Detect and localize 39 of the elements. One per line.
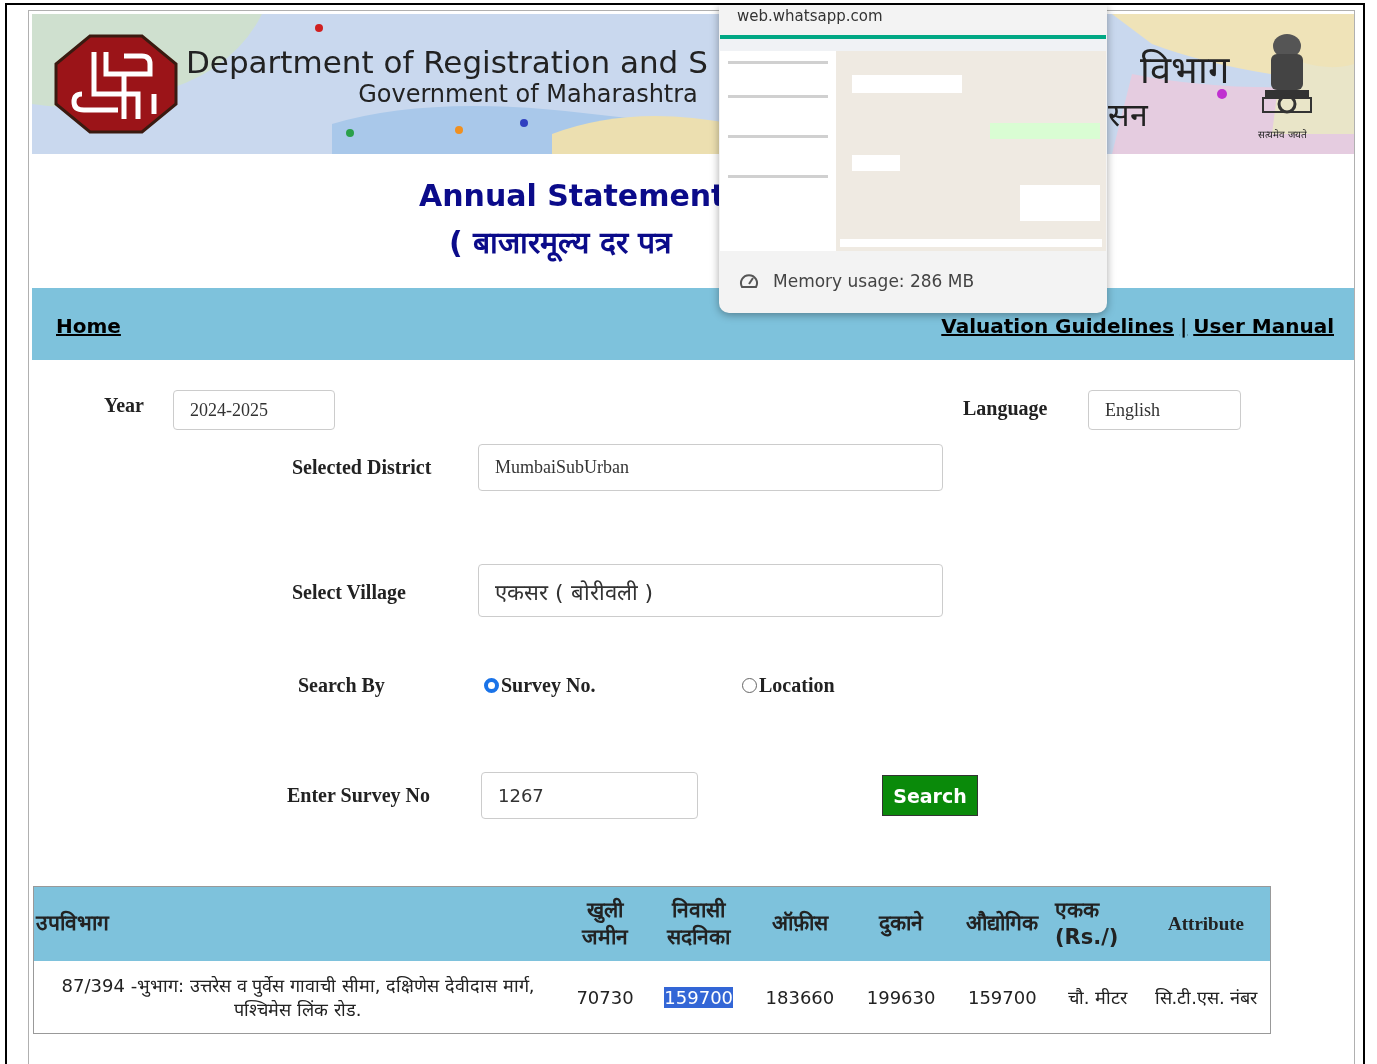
language-field[interactable]: English [1088,390,1241,430]
gauge-icon [739,272,759,290]
column-header: खुली जमीन [562,886,649,961]
column-header: दुकाने [850,886,952,961]
link-separator: | [1179,314,1188,338]
table-cell: 183660 [765,986,835,1008]
column-header: औद्योगिक [951,886,1053,961]
table-cell: 159700 [664,986,734,1008]
column-header: ऑफ़ीस [749,886,851,961]
table-cell: 159700 [967,986,1037,1008]
field-label: Search By [298,674,385,697]
table-cell: सि.टी.एस. नंबर [1154,987,1258,1008]
district-field[interactable]: MumbaiSubUrban [478,444,943,491]
table-cell: 87/394 -भुभाग: उत्तरेस व पुर्वेस गावाची सीमा, दक्षिणेस देवीदास मार्ग, पश्चिमेस लिंक रोड. [61,975,535,1020]
column-header: Attribute [1142,886,1271,961]
field-label: Language [963,397,1048,420]
field-label: Enter Survey No [287,784,430,807]
radio-option[interactable]: Survey No. [484,674,596,697]
page-subtitle: ( बाजारमूल्य दर पत्र [449,224,673,262]
survey-field[interactable]: 1267 [481,772,698,819]
year-field[interactable]: 2024-2025 [173,390,335,430]
page-title: Annual Statement [419,178,726,213]
nav-link[interactable]: User Manual [1193,314,1334,338]
field-label: Year [104,394,144,417]
table-cell: 199630 [866,986,936,1008]
memory-usage: Memory usage: 286 MB [773,271,975,291]
radio-icon[interactable] [484,678,499,693]
nav-link[interactable]: Valuation Guidelines [941,314,1174,338]
table-cell: चौ. मीटर [1067,987,1128,1008]
village-field[interactable]: एकसर ( बोरीवली ) [478,564,943,617]
column-header: एकक (Rs./) [1052,886,1142,961]
field-label: Selected District [292,456,432,479]
column-header: निवासी सदनिका [648,886,750,961]
radio-option[interactable]: Location [742,674,835,697]
home-link[interactable]: Home [56,314,121,338]
search-button[interactable]: Search [882,775,978,816]
table-cell: 70730 [576,986,634,1008]
field-label: Select Village [292,581,406,604]
column-header: उपविभाग [33,886,562,961]
